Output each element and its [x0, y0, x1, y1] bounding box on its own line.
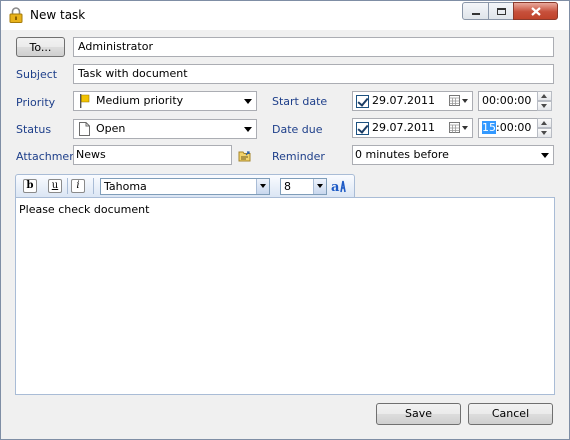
attach-file-icon[interactable] [238, 149, 252, 163]
chevron-down-icon [313, 179, 326, 194]
italic-button[interactable]: i [71, 179, 85, 193]
lock-icon [9, 7, 23, 23]
priority-label: Priority [16, 96, 56, 109]
date-due-picker[interactable]: 29.07.2011 [352, 118, 473, 138]
editor-toolbar: b u i Tahoma 8 a [15, 174, 355, 197]
window-title: New task [30, 8, 86, 22]
chevron-down-icon[interactable] [537, 128, 552, 138]
maximize-button[interactable] [488, 2, 514, 20]
chevron-down-icon [256, 179, 269, 194]
font-color-icon[interactable]: a [331, 178, 347, 194]
due-time-field[interactable]: 15:00:00 [478, 118, 538, 138]
to-field[interactable]: Administrator [73, 37, 554, 57]
toolbar-separator [93, 178, 94, 194]
due-time-spinner[interactable] [537, 118, 552, 138]
start-time-field[interactable]: 00:00:00 [478, 91, 538, 111]
status-label: Status [16, 123, 52, 136]
due-time-rest: :00:00 [496, 121, 532, 134]
chevron-down-icon [244, 127, 252, 132]
chevron-down-icon [541, 153, 549, 158]
task-body-text: Please check document [19, 203, 150, 216]
chevron-up-icon[interactable] [537, 118, 552, 128]
date-due-label: Date due [272, 123, 323, 136]
date-due-checkbox[interactable] [356, 122, 369, 135]
flag-icon [80, 94, 90, 108]
document-icon [79, 122, 90, 136]
close-button[interactable] [513, 2, 558, 20]
reminder-value: 0 minutes before [355, 148, 449, 161]
bold-button[interactable]: b [23, 179, 37, 193]
cancel-button[interactable]: Cancel [468, 403, 553, 425]
status-select[interactable]: Open [73, 119, 257, 139]
attachment-label: Attachment [16, 150, 81, 163]
font-size-select[interactable]: 8 [280, 178, 327, 195]
start-date-checkbox[interactable] [356, 95, 369, 108]
date-due-value: 29.07.2011 [372, 121, 435, 134]
minimize-button[interactable] [462, 2, 489, 20]
close-icon [530, 6, 541, 16]
underline-button[interactable]: u [48, 179, 62, 193]
font-name-value: Tahoma [104, 180, 147, 193]
toolbar-separator [67, 178, 68, 194]
subject-field[interactable]: Task with document [73, 64, 554, 84]
chevron-down-icon[interactable] [537, 101, 552, 111]
priority-select[interactable]: Medium priority [73, 91, 257, 111]
maximize-icon [496, 7, 506, 15]
due-time-selected-hour: 15 [482, 121, 496, 134]
title-bar: New task [1, 1, 569, 30]
save-button[interactable]: Save [376, 403, 461, 425]
calendar-icon[interactable] [449, 95, 469, 107]
calendar-icon[interactable] [449, 122, 469, 134]
attachment-field[interactable]: News [73, 145, 232, 165]
chevron-down-icon [244, 99, 252, 104]
to-button[interactable]: To... [16, 37, 65, 57]
status-value: Open [96, 122, 126, 135]
start-date-picker[interactable]: 29.07.2011 [352, 91, 473, 111]
start-date-value: 29.07.2011 [372, 94, 435, 107]
subject-label: Subject [16, 68, 58, 81]
start-date-label: Start date [272, 95, 328, 108]
minimize-icon [471, 13, 480, 15]
start-time-spinner[interactable] [537, 91, 552, 111]
priority-value: Medium priority [96, 94, 184, 107]
font-name-select[interactable]: Tahoma [100, 178, 270, 195]
reminder-select[interactable]: 0 minutes before [352, 145, 554, 165]
font-size-value: 8 [284, 180, 291, 193]
chevron-up-icon[interactable] [537, 91, 552, 101]
new-task-window: New task To... Administrator Subject Tas… [0, 0, 570, 440]
svg-text:a: a [331, 180, 340, 194]
task-body-editor[interactable]: Please check document [15, 197, 555, 395]
reminder-label: Reminder [272, 150, 325, 163]
